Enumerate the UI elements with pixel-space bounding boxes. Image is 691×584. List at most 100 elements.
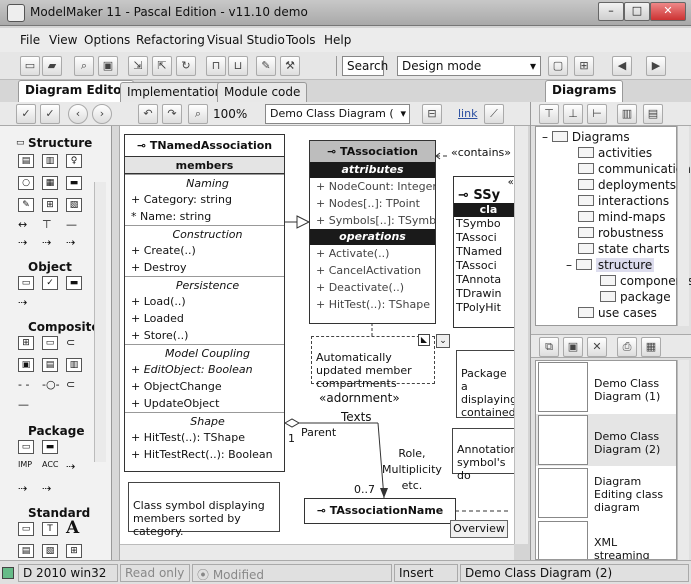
palette-standard-header[interactable]: Standard	[28, 506, 90, 520]
pkg-link-tool-icon[interactable]: ⇢	[42, 482, 51, 495]
tree-item-deployments[interactable]: deployments	[578, 178, 676, 192]
circle-tool-icon[interactable]: ○	[18, 176, 34, 190]
note-annotation[interactable]: Annotation symbol's do	[452, 428, 514, 482]
realize-tool-icon[interactable]: ⇢	[42, 236, 51, 249]
rows-icon[interactable]: ▤	[643, 104, 663, 124]
collapse-chevron-icon[interactable]: ⌄	[436, 334, 450, 348]
image-tool-icon[interactable]: ▧	[42, 544, 58, 558]
find-icon[interactable]: ⌕	[74, 56, 94, 76]
check-icon[interactable]: ✓	[40, 104, 60, 124]
tree-item-state-charts[interactable]: state charts	[578, 242, 670, 256]
note-class-symbol[interactable]: Class symbol displaying members sorted b…	[128, 482, 280, 538]
lock-icon[interactable]: ⊓	[206, 56, 226, 76]
forward-arrow-icon[interactable]: ▶	[646, 56, 666, 76]
member-row[interactable]: + Store(..)	[125, 327, 284, 344]
diagram-list-scrollbar[interactable]	[677, 360, 689, 560]
tree-item-root[interactable]: – Diagrams	[542, 130, 630, 144]
edit-icon[interactable]: ✎	[256, 56, 276, 76]
class-row[interactable]: TNamed	[454, 245, 514, 259]
link-tool-icon[interactable]: ⇢	[66, 236, 75, 249]
lightbulb-tool-icon[interactable]: ♀	[66, 154, 82, 168]
link-line-icon[interactable]: ⟋	[484, 104, 504, 124]
tab-implementation[interactable]: Implementation	[120, 82, 230, 102]
class-row[interactable]: TPolyHit	[454, 301, 514, 315]
assoc-tool-icon[interactable]: —	[66, 218, 77, 231]
operation-row[interactable]: + Deactivate(..)	[310, 279, 435, 296]
canvas-vertical-scrollbar[interactable]	[514, 126, 528, 544]
dash-tool-icon[interactable]: - -	[18, 378, 29, 391]
socket-tool-icon[interactable]: ⊂	[66, 378, 75, 391]
tree-tool-icon[interactable]: ⊤	[42, 218, 52, 231]
palette-object-header[interactable]: Object	[28, 260, 72, 274]
class-partial[interactable]: «U ⊸ SSy cla TSymboTAssociTNamedTAssociT…	[453, 176, 514, 328]
tree-item-structure[interactable]: – structure	[566, 258, 655, 272]
expand-icon[interactable]: –	[566, 258, 572, 272]
import-tool-icon[interactable]: IMP	[18, 460, 32, 469]
member-row[interactable]: + Category: string	[125, 191, 284, 208]
textbox-tool-icon[interactable]: T	[42, 522, 58, 536]
tab-diagrams[interactable]: Diagrams	[545, 80, 624, 102]
back-arrow-icon[interactable]: ◀	[612, 56, 632, 76]
overview-button[interactable]: Overview	[450, 520, 508, 538]
class-row[interactable]: TAnnota	[454, 273, 514, 287]
columns-icon[interactable]: ▥	[617, 104, 637, 124]
tool-icon[interactable]: ⚒	[280, 56, 300, 76]
member-row[interactable]: + Destroy	[125, 259, 284, 276]
app-icon[interactable]	[7, 4, 25, 22]
grid-icon[interactable]: ⊟	[422, 104, 442, 124]
object-bar-tool-icon[interactable]: ▬	[66, 276, 82, 290]
tree-edit-icon[interactable]: ⊢	[587, 104, 607, 124]
unlock-icon[interactable]: ⊔	[228, 56, 248, 76]
diagram-canvas[interactable]: ⊸ TNamedAssociation members Naming + Cate…	[120, 126, 514, 544]
composite-tool-icon[interactable]: ⊞	[18, 336, 34, 350]
copy-icon[interactable]: ⧉	[539, 337, 559, 357]
note-tool-icon[interactable]: ▤	[18, 544, 34, 558]
pkg-dep-tool-icon[interactable]: ⇢	[18, 482, 27, 495]
chart-tool-icon[interactable]: ⊞	[42, 198, 58, 212]
part-tool-icon[interactable]: ▭	[42, 336, 58, 350]
open-folder-icon[interactable]: ▰	[42, 56, 62, 76]
text-tool-icon[interactable]: A	[66, 518, 79, 538]
class-tassociationname[interactable]: ⊸ TAssociationName	[304, 498, 456, 524]
diagram-list-item[interactable]: Demo Class Diagram (2)	[536, 414, 676, 466]
redo-icon[interactable]: ↷	[162, 104, 182, 124]
window-icon[interactable]: ▢	[548, 56, 568, 76]
class-tnamedassociation[interactable]: ⊸ TNamedAssociation members Naming + Cate…	[124, 134, 285, 472]
diagram-select[interactable]: Demo Class Diagram (▾	[265, 104, 410, 124]
tree-item-activities[interactable]: activities	[578, 146, 652, 160]
menu-visual-studio[interactable]: Visual Studio	[207, 33, 285, 47]
class-tool-icon[interactable]: ▤	[18, 154, 34, 168]
palette-composite-header[interactable]: Composite	[28, 320, 100, 334]
splitter[interactable]	[112, 126, 120, 560]
menu-options[interactable]: Options	[84, 33, 130, 47]
note-package[interactable]: Package a displaying contained	[456, 350, 514, 419]
member-row[interactable]: + HitTestRect(..): Boolean	[125, 446, 284, 463]
tree-item-robustness[interactable]: robustness	[578, 226, 664, 240]
canvas-horizontal-scrollbar[interactable]	[120, 544, 514, 560]
member-row[interactable]: * Name: string	[125, 208, 284, 225]
palette-package-header[interactable]: Package	[28, 424, 85, 438]
zoom-level[interactable]: 100%	[213, 107, 247, 121]
object-check-tool-icon[interactable]: ✓	[42, 276, 58, 290]
layout-icon[interactable]: ⊞	[574, 56, 594, 76]
member-row[interactable]: + ObjectChange	[125, 378, 284, 395]
undo-icon[interactable]: ↶	[138, 104, 158, 124]
tab-diagram-editor[interactable]: Diagram Editor	[18, 80, 135, 102]
tree-item-package[interactable]: package	[600, 290, 671, 304]
refresh-icon[interactable]: ↻	[176, 56, 196, 76]
new-file-icon[interactable]: ▭	[20, 56, 40, 76]
palette-scrollbar[interactable]	[94, 182, 106, 462]
platform-status[interactable]: D 2010 win32	[18, 564, 118, 582]
hyperlink-tool-icon[interactable]: ⊞	[66, 544, 82, 558]
expand-icon[interactable]: –	[542, 130, 548, 144]
maximize-button[interactable]: □	[624, 2, 650, 21]
lollipop-tool-icon[interactable]: -○-	[42, 378, 60, 391]
export-icon[interactable]: ⇱	[152, 56, 172, 76]
tree-scrollbar[interactable]	[677, 126, 689, 326]
operation-row[interactable]: + Activate(..)	[310, 245, 435, 262]
menu-view[interactable]: View	[49, 33, 77, 47]
member-row[interactable]: + Loaded	[125, 310, 284, 327]
tree-item-communication[interactable]: communication	[578, 162, 691, 176]
tree-item-mind-maps[interactable]: mind-maps	[578, 210, 666, 224]
paste-icon[interactable]: ▣	[563, 337, 583, 357]
